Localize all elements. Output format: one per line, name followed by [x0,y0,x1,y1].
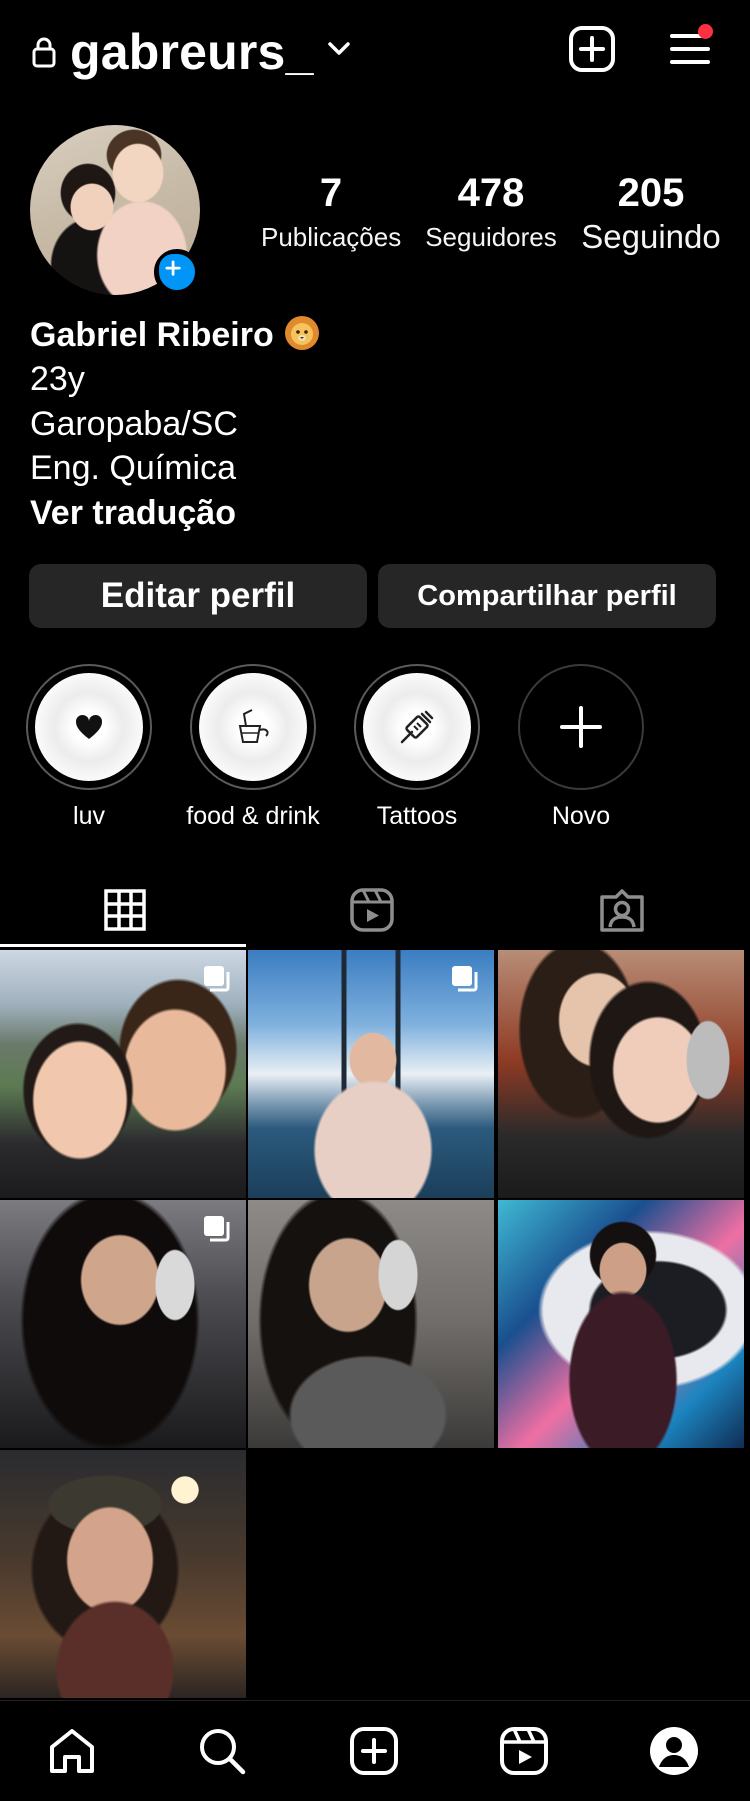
highlight-label: Novo [551,802,611,830]
highlight-ring [354,664,480,790]
stat-following-label: Seguindo [581,218,721,255]
post-thumbnail[interactable] [248,1200,494,1448]
highlight-food-drink[interactable]: food & drink [178,664,328,832]
highlight-label: food & drink [186,802,320,830]
post-thumbnail[interactable] [498,1200,744,1448]
drink-icon [238,709,269,743]
stat-posts-value: 7 [319,171,343,215]
highlight-label: luv [73,802,105,830]
heart-icon [75,714,103,739]
tab-reels[interactable] [247,880,497,940]
edit-profile-button[interactable]: Editar perfil [29,564,367,628]
stat-followers-label: Seguidores [425,222,557,252]
tagged-icon [600,889,644,932]
highlight-luv[interactable]: luv [14,664,164,832]
add-content-icon[interactable] [568,25,616,73]
chevron-down-icon[interactable] [325,38,353,60]
highlight-ring [26,664,152,790]
highlight-cover [363,673,471,781]
carousel-icon [452,966,478,992]
lion-emoji [284,316,319,350]
home-icon[interactable] [46,1725,98,1777]
add-story-icon[interactable] [154,249,200,295]
search-icon[interactable] [196,1725,248,1777]
highlight-cover [35,673,143,781]
active-tab-indicator [0,944,246,947]
grid-icon [104,889,146,931]
account-username[interactable]: gabreurs_ [70,22,314,82]
reels-icon [350,888,394,932]
post-thumbnail[interactable] [0,1450,246,1698]
stat-following-value: 205 [617,171,685,215]
profile-name-text: Gabriel Ribeiro [30,316,274,354]
see-translation-link[interactable]: Ver tradução [30,492,236,534]
carousel-icon [204,966,230,992]
reels-icon[interactable] [498,1725,550,1777]
stat-posts[interactable]: 7 Publicações [261,170,401,254]
profile-icon[interactable] [648,1725,700,1777]
post-thumbnail[interactable] [248,950,494,1198]
bio-line-age: 23y [30,360,85,398]
tattoo-machine-icon [400,710,434,744]
bio-line-location: Garopaba/SC [30,405,238,443]
stat-posts-label: Publicações [261,222,402,252]
stat-followers[interactable]: 478 Seguidores [421,170,561,254]
highlight-ring [518,664,644,790]
post-thumbnail[interactable] [0,1200,246,1448]
stat-following[interactable]: 205 Seguindo [576,170,726,254]
highlight-ring [190,664,316,790]
highlight-new[interactable]: Novo [506,664,656,832]
share-profile-button[interactable]: Compartilhar perfil [378,564,716,628]
profile-name: Gabriel Ribeiro [30,312,322,356]
bio-line-course: Eng. Química [30,449,236,487]
stat-followers-value: 478 [457,171,525,215]
tab-posts-grid[interactable] [0,880,250,940]
notification-dot [698,24,713,39]
post-thumbnail[interactable] [498,950,744,1198]
highlight-tattoos[interactable]: Tattoos [342,664,492,832]
carousel-icon [204,1216,230,1242]
tab-tagged[interactable] [497,880,747,940]
lock-icon [32,37,56,68]
post-thumbnail[interactable] [0,950,246,1198]
plus-icon [560,706,602,748]
create-icon[interactable] [348,1725,400,1777]
highlight-label: Tattoos [376,802,458,830]
highlight-cover [199,673,307,781]
